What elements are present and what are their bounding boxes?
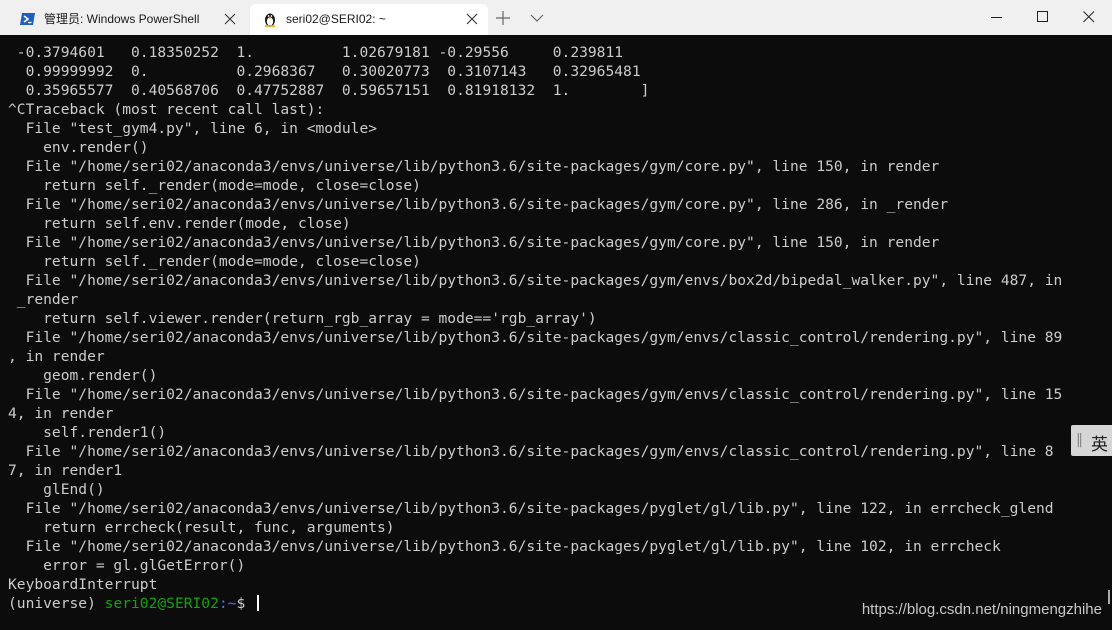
terminal-line: return errcheck(result, func, arguments) (8, 519, 395, 536)
terminal-line: ^CTraceback (most recent call last): (8, 101, 325, 118)
terminal-line: File "/home/seri02/anaconda3/envs/univer… (8, 538, 1001, 555)
terminal-line: self.render1() (8, 424, 167, 441)
prompt-user-host: seri02@SERI02 (104, 595, 219, 612)
close-icon[interactable] (466, 13, 478, 25)
terminal-line: File "/home/seri02/anaconda3/envs/univer… (8, 500, 1054, 517)
terminal-line: return self._render(mode=mode, close=clo… (8, 177, 421, 194)
terminal-line: File "/home/seri02/anaconda3/envs/univer… (8, 158, 940, 175)
scrollbar-thumb[interactable] (1108, 590, 1110, 604)
tab-title: seri02@SERI02: ~ (286, 12, 386, 26)
terminal-line: env.render() (8, 139, 149, 156)
ime-language-label: 英 (1091, 435, 1108, 455)
close-window-button[interactable] (1066, 0, 1112, 35)
minimize-icon (991, 17, 1002, 18)
terminal-line: return self.env.render(mode, close) (8, 215, 351, 232)
terminal-line: glEnd() (8, 481, 105, 498)
terminal-line: error = gl.glGetError() (8, 557, 246, 574)
terminal-line: File "/home/seri02/anaconda3/envs/univer… (8, 234, 940, 251)
terminal-line: 0.99999992 0. 0.2968367 0.30020773 0.310… (8, 63, 641, 80)
tab-title: 管理员: Windows PowerShell (44, 12, 200, 26)
close-icon (1083, 11, 1095, 23)
watermark: https://blog.csdn.net/ningmengzhihe (861, 601, 1102, 618)
maximize-button[interactable] (1020, 0, 1066, 35)
tab-bar: 管理员: Windows PowerShell seri02@SERI02: ~ (0, 0, 1112, 35)
ime-grip-icon: ‖ (1076, 432, 1083, 448)
maximize-icon (1037, 11, 1048, 22)
prompt-env: (universe) (8, 595, 105, 612)
ime-language-indicator[interactable]: ‖ 英 (1071, 425, 1112, 456)
terminal-line: return self.viewer.render(return_rgb_arr… (8, 310, 597, 327)
prompt-symbol: $ (236, 595, 255, 612)
powershell-icon (20, 13, 35, 25)
minimize-button[interactable] (974, 0, 1020, 35)
terminal-line: 7, in render1 (8, 462, 123, 479)
terminal-line: _render (8, 291, 79, 308)
terminal-line: , in render (8, 348, 105, 365)
linux-penguin-icon (264, 13, 276, 27)
close-icon[interactable] (224, 13, 236, 25)
terminal-line: 0.35965577 0.40568706 0.47752887 0.59657… (8, 82, 650, 99)
terminal-lines: -0.3794601 0.18350252 1. 1.02679181 -0.2… (8, 43, 1106, 594)
tab-powershell[interactable]: 管理员: Windows PowerShell (8, 4, 246, 35)
plus-icon[interactable] (496, 11, 510, 25)
prompt-path: :~ (218, 595, 237, 612)
terminal-line: return self._render(mode=mode, close=clo… (8, 253, 421, 270)
terminal-line: -0.3794601 0.18350252 1. 1.02679181 -0.2… (8, 44, 624, 61)
terminal-line: File "test_gym4.py", line 6, in <module> (8, 120, 378, 137)
terminal-line: File "/home/seri02/anaconda3/envs/univer… (8, 196, 949, 213)
terminal-line: File "/home/seri02/anaconda3/envs/univer… (8, 272, 1063, 289)
terminal-line: KeyboardInterrupt (8, 576, 158, 593)
terminal-line: geom.render() (8, 367, 158, 384)
text-cursor (257, 595, 260, 611)
terminal-line: 4, in render (8, 405, 114, 422)
terminal-output[interactable]: -0.3794601 0.18350252 1. 1.02679181 -0.2… (8, 43, 1106, 628)
terminal-line: File "/home/seri02/anaconda3/envs/univer… (8, 386, 1063, 403)
terminal-window: 管理员: Windows PowerShell seri02@SERI02: ~ (0, 0, 1112, 630)
chevron-down-icon[interactable] (530, 13, 544, 23)
tab-linux[interactable]: seri02@SERI02: ~ (250, 4, 488, 35)
terminal-line: File "/home/seri02/anaconda3/envs/univer… (8, 329, 1063, 346)
terminal-line: File "/home/seri02/anaconda3/envs/univer… (8, 443, 1054, 460)
